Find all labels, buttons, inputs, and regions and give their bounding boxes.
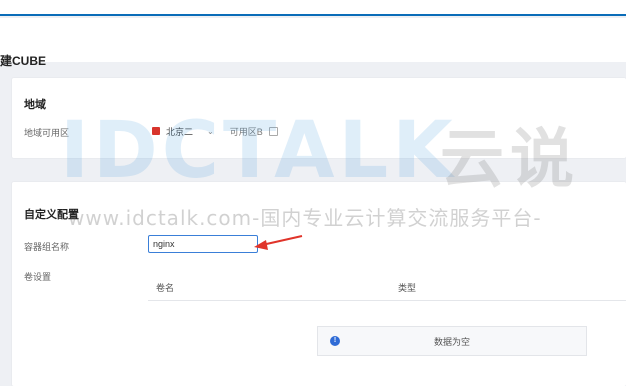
volume-table-header: 卷名 类型: [148, 274, 626, 301]
column-header-volume-name: 卷名: [156, 283, 175, 293]
zone-select[interactable]: 北京二 ⌄ 可用区B: [152, 122, 278, 140]
container-group-name-input[interactable]: [148, 235, 258, 253]
page-title: 建CUBE: [0, 54, 47, 68]
container-group-label: 容器组名称: [24, 242, 70, 252]
column-header-type: 类型: [398, 283, 417, 293]
volume-settings-label: 卷设置: [24, 272, 52, 282]
region-card: 地域 地域可用区 北京二 ⌄ 可用区B: [12, 78, 626, 158]
title-bar: 建CUBE: [0, 18, 626, 68]
region-section-title: 地域: [24, 99, 46, 111]
zone-label: 地域可用区: [24, 128, 70, 138]
custom-section-title: 自定义配置: [24, 209, 79, 221]
availability-zone-label: 可用区B: [229, 126, 263, 137]
empty-state: ! 数据为空: [317, 326, 587, 356]
top-bar-accent: [0, 14, 626, 16]
empty-state-text: 数据为空: [433, 337, 470, 347]
info-icon: [268, 126, 278, 136]
zone-value: 北京二: [166, 126, 194, 137]
custom-config-card: 自定义配置 容器组名称 卷设置 卷名 类型 ! 数据为空: [12, 182, 626, 386]
chevron-down-icon: ⌄: [207, 126, 214, 136]
flag-icon: [152, 127, 160, 135]
